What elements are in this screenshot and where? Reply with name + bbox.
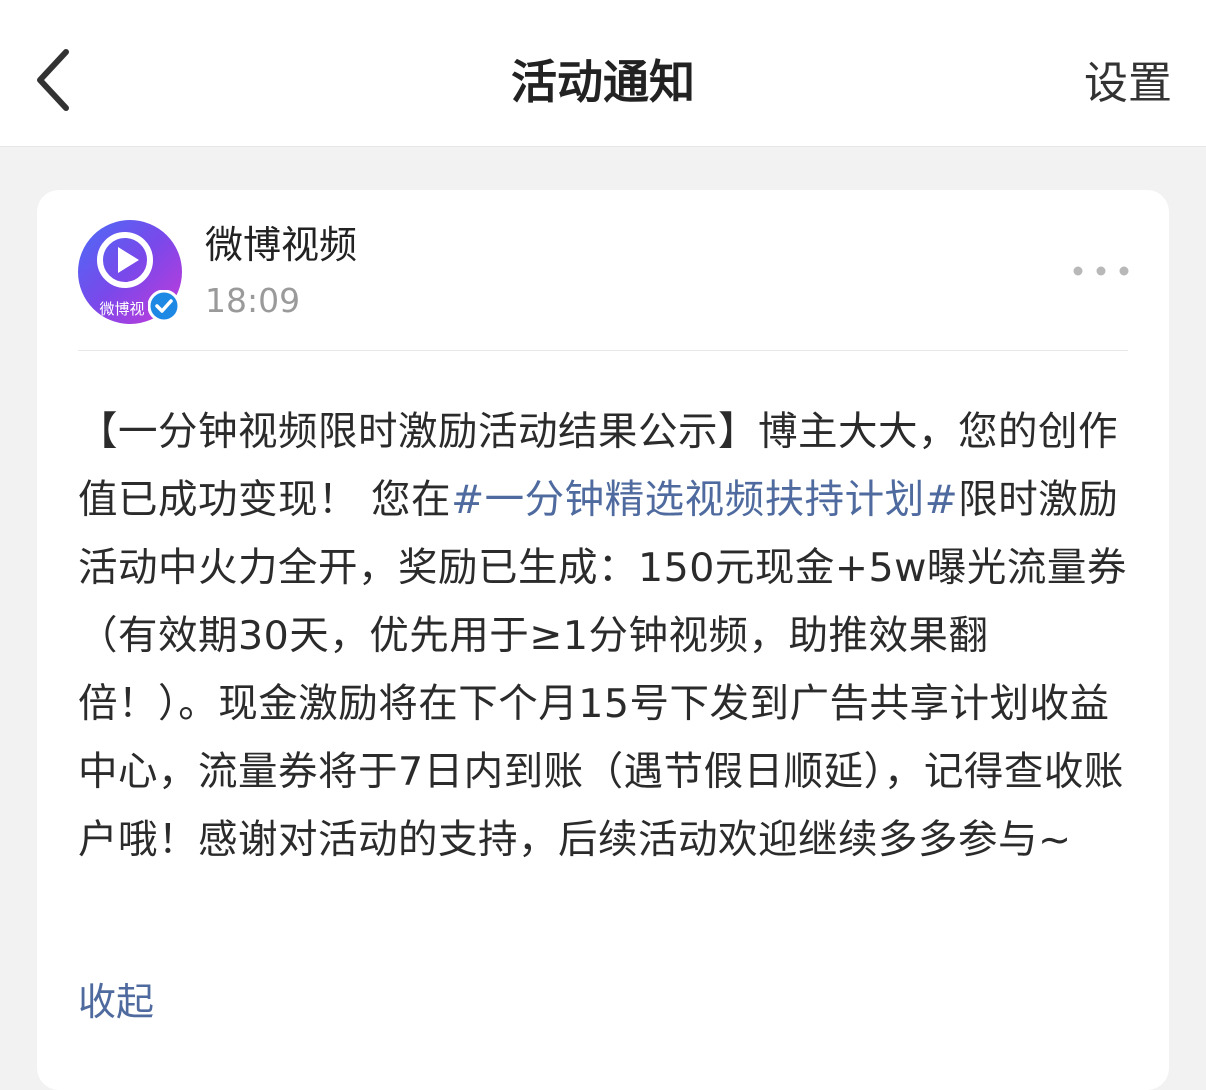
message-body: 【一分钟视频限时激励活动结果公示】博主大大，您的创作值已成功变现！ 您在#一分钟… — [78, 398, 1128, 874]
collapse-button[interactable]: 收起 — [78, 975, 154, 1029]
verified-check-icon — [148, 290, 180, 322]
divider — [78, 350, 1128, 351]
settings-button[interactable]: 设置 — [1084, 56, 1172, 112]
sender-name[interactable]: 微博视频 — [205, 220, 357, 270]
notification-card: 微博视 微博视频 18:09 【一分钟视频限时激励活动结果公示】博主大大，您的创… — [37, 190, 1169, 1090]
hashtag-link[interactable]: #一分钟精选视频扶持计划# — [451, 477, 958, 523]
top-navigation-bar: 活动通知 设置 — [0, 0, 1206, 147]
avatar[interactable]: 微博视 — [78, 220, 182, 324]
message-text-part2: 限时激励活动中火力全开，奖励已生成：150元现金+5w曝光流量券（有效期30天，… — [78, 477, 1127, 863]
page-title: 活动通知 — [511, 55, 695, 109]
timestamp: 18:09 — [205, 281, 301, 320]
avatar-label: 微博视 — [99, 300, 144, 318]
more-button[interactable] — [1073, 256, 1129, 286]
more-dots-icon — [1073, 266, 1129, 276]
